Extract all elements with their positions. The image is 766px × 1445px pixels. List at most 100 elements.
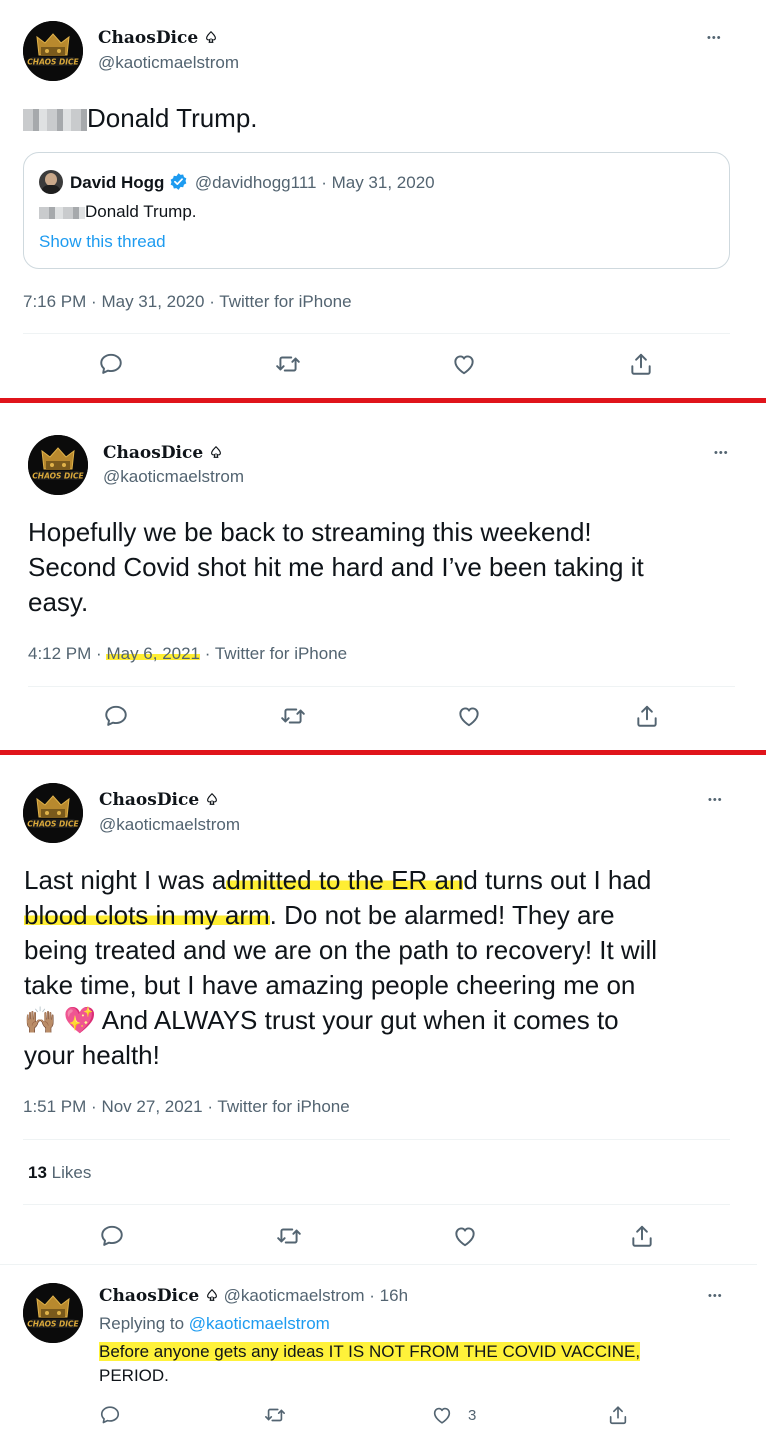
text-segment: Last night I was a <box>24 865 227 895</box>
retweet-icon[interactable] <box>280 703 306 729</box>
share-icon[interactable] <box>607 1404 629 1426</box>
retweet-icon[interactable] <box>264 1404 286 1426</box>
likes-count[interactable]: 13 Likes <box>28 1163 91 1183</box>
reply-icon[interactable] <box>99 1404 121 1426</box>
tweet-time[interactable]: 1:51 PM <box>23 1097 86 1116</box>
red-separator-line <box>0 398 766 403</box>
tweet-text: Donald Trump. <box>23 101 258 136</box>
tweet-source[interactable]: Twitter for iPhone <box>219 292 351 311</box>
tweet-text-line-3: easy. <box>28 587 89 617</box>
divider <box>23 1139 730 1140</box>
reply-icon[interactable] <box>98 351 124 377</box>
red-separator-line <box>0 750 766 755</box>
like-icon[interactable] <box>451 351 477 377</box>
tweet-date-highlighted[interactable]: May 6, 2021 <box>106 644 201 663</box>
highlighted-text: Before anyone gets any ideas IT IS NOT F… <box>99 1342 641 1361</box>
like-icon[interactable] <box>452 1223 478 1249</box>
tweet-source[interactable]: Twitter for iPhone <box>215 644 347 663</box>
tweet-metadata: 7:16 PM · May 31, 2020 · Twitter for iPh… <box>23 292 352 312</box>
quoted-tweet[interactable]: David Hogg @davidhogg111 · May 31, 2020 … <box>23 152 730 269</box>
divider <box>0 1264 757 1265</box>
highlighted-text: blood clots in my arm <box>24 900 270 930</box>
share-icon[interactable] <box>628 351 654 377</box>
separator-dot: · <box>207 1097 213 1116</box>
chaosdice-logo-icon <box>23 783 83 843</box>
replying-to-label: Replying to <box>99 1314 185 1333</box>
tweet-text-line-1: Hopefully we be back to streaming this w… <box>28 517 592 547</box>
censored-word <box>23 109 87 132</box>
display-name[interactable]: ChaosDice <box>103 443 223 463</box>
tweet-text-line-5: 🙌🏽 💖 And ALWAYS trust your gut when it c… <box>24 1003 619 1038</box>
show-thread-link[interactable]: Show this thread <box>39 232 166 252</box>
tweet-source[interactable]: Twitter for iPhone <box>217 1097 349 1116</box>
replying-to-handle-link[interactable]: @kaoticmaelstrom <box>189 1314 330 1333</box>
tweet-date[interactable]: Nov 27, 2021 <box>101 1097 202 1116</box>
divider <box>23 1204 730 1205</box>
likes-number: 13 <box>28 1163 47 1182</box>
likes-label: Likes <box>51 1163 92 1182</box>
text-segment: d turns out I had <box>463 865 652 895</box>
quoted-text-content: Donald Trump. <box>85 202 197 221</box>
retweet-icon[interactable] <box>276 1223 302 1249</box>
spade-outline-icon <box>209 445 223 459</box>
tweet-text-line-3: being treated and we are on the path to … <box>24 935 658 965</box>
verified-badge-icon <box>170 173 187 190</box>
spade-outline-icon <box>204 30 218 44</box>
separator-dot: · <box>204 644 211 663</box>
tweet-text-line-4: take time, but I have amazing people che… <box>24 970 636 1000</box>
separator-dot: · <box>209 292 215 311</box>
display-name-text: ChaosDice <box>103 443 204 463</box>
reply-icon[interactable] <box>103 703 129 729</box>
user-handle[interactable]: @kaoticmaelstrom <box>103 467 244 487</box>
reply-text-line-1: Before anyone gets any ideas IT IS NOT F… <box>99 1340 641 1364</box>
replying-to: Replying to @kaoticmaelstrom <box>99 1314 330 1334</box>
tweet-text-line-1: Last night I was admitted to the ER and … <box>24 863 651 898</box>
more-dots-icon[interactable]: ••• <box>708 795 723 806</box>
display-name[interactable]: ChaosDice <box>98 28 218 48</box>
user-handle[interactable]: @kaoticmaelstrom <box>99 815 240 835</box>
retweet-icon[interactable] <box>275 351 301 377</box>
highlighted-text: dmitted to the ER an <box>226 865 464 895</box>
separator-dot: · <box>91 1097 97 1116</box>
display-name-text: ChaosDice <box>98 28 199 48</box>
tweet-metadata: 1:51 PM · Nov 27, 2021 · Twitter for iPh… <box>23 1097 350 1117</box>
display-name-text: ChaosDice <box>99 790 200 810</box>
more-dots-icon[interactable]: ••• <box>714 448 729 459</box>
reply-tweet[interactable]: ChaosDice @kaoticmaelstrom · 16h ••• Rep… <box>0 1266 757 1445</box>
more-dots-icon[interactable]: ••• <box>708 1291 723 1302</box>
like-icon[interactable] <box>456 703 482 729</box>
avatar[interactable] <box>23 783 83 843</box>
divider <box>28 686 735 687</box>
raising-hands-emoji: 🙌🏽 <box>24 1005 57 1035</box>
quoted-name: David Hogg <box>70 173 165 192</box>
user-handle[interactable]: @kaoticmaelstrom <box>98 53 239 73</box>
quoted-avatar <box>39 170 63 194</box>
tweet-metadata: 4:12 PM · May 6, 2021 · Twitter for iPho… <box>28 644 347 664</box>
reply-text-line-2: PERIOD. <box>99 1366 169 1385</box>
censored-word <box>39 206 85 219</box>
handle-time[interactable]: @kaoticmaelstrom · 16h <box>224 1286 409 1305</box>
separator-dot: · <box>91 292 97 311</box>
display-name-text: ChaosDice <box>99 1286 200 1306</box>
tweet-text-content: Donald Trump. <box>87 103 258 133</box>
tweet-time[interactable]: 4:12 PM <box>28 644 91 663</box>
tweet-time[interactable]: 7:16 PM <box>23 292 86 311</box>
spade-outline-icon <box>205 792 219 806</box>
reply-icon[interactable] <box>99 1223 125 1249</box>
tweet-date[interactable]: May 31, 2020 <box>101 292 204 311</box>
display-name[interactable]: ChaosDice <box>99 1286 219 1306</box>
divider <box>23 333 730 334</box>
display-name[interactable]: ChaosDice <box>99 790 219 810</box>
share-icon[interactable] <box>634 703 660 729</box>
text-segment: . Do not be alarmed! They are <box>269 900 615 930</box>
avatar[interactable] <box>23 21 83 81</box>
more-dots-icon[interactable]: ••• <box>707 33 722 44</box>
like-icon[interactable] <box>431 1404 453 1426</box>
quoted-handle-date: @davidhogg111 · May 31, 2020 <box>194 173 435 192</box>
avatar[interactable] <box>28 435 88 495</box>
avatar[interactable] <box>23 1283 83 1343</box>
share-icon[interactable] <box>629 1223 655 1249</box>
chaosdice-logo-icon <box>28 435 88 495</box>
like-count: 3 <box>468 1407 477 1424</box>
tweet-text-line-2: blood clots in my arm. Do not be alarmed… <box>24 898 615 933</box>
